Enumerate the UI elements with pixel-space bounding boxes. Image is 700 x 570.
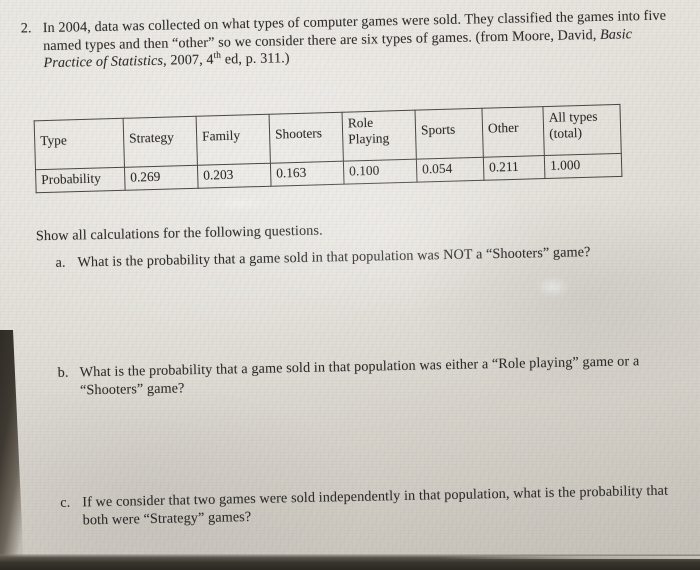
header-label: Shooters	[274, 125, 323, 142]
header-label-line1: Role	[347, 114, 374, 131]
header-label: Strategy	[128, 129, 174, 146]
instruction-line: Show all calculations for the following …	[35, 222, 323, 245]
cell-probability-total: 1.000	[544, 153, 622, 179]
header-label-line1: All types	[548, 108, 598, 125]
citation-title-part2: Practice of Statistics	[43, 52, 164, 72]
question-c-line1: If we consider that two games were sold …	[82, 482, 669, 511]
probability-table-wrapper: Type Strategy Family Shooters Role Playi…	[34, 104, 623, 193]
citation-title-part1: Basic	[599, 25, 633, 43]
question-b: b. What is the probability that a game s…	[58, 352, 679, 400]
header-cell-other: Other	[481, 106, 545, 158]
page-bottom-edge-highlight	[440, 556, 700, 559]
page-content: 2. In 2004, data was collected on what t…	[0, 0, 700, 570]
question-a-text: What is the probability that a game sold…	[77, 242, 675, 272]
citation-rest-a: , 2007, 4	[162, 51, 214, 69]
header-cell-role-playing: Role Playing	[342, 110, 417, 162]
question-a: a. What is the probability that a game s…	[55, 242, 675, 272]
question-b-marker: b.	[57, 364, 69, 381]
problem-text: In 2004, data was collected on what type…	[43, 8, 672, 73]
header-label-line2: (total)	[548, 124, 583, 141]
header-cell-sports: Sports	[414, 108, 484, 160]
question-c-marker: c.	[60, 494, 71, 511]
cell-probability-family: 0.203	[197, 163, 272, 189]
question-c: c. If we consider that two games were so…	[60, 482, 689, 530]
scanned-page: 2. In 2004, data was collected on what t…	[0, 0, 700, 570]
header-cell-all-types: All types (total)	[542, 104, 622, 156]
cell-probability-role-playing: 0.100	[343, 159, 418, 185]
row-label-probability: Probability	[35, 167, 126, 193]
probability-table: Type Strategy Family Shooters Role Playi…	[34, 104, 623, 193]
header-label: Family	[201, 127, 241, 144]
question-a-line1: What is the probability that a game sold…	[77, 244, 591, 271]
question-c-line2: both were “Strategy” games?	[82, 508, 252, 529]
question-c-text: If we consider that two games were sold …	[82, 482, 689, 529]
problem-number: 2.	[20, 20, 32, 37]
citation-rest-b: ed, p. 311.)	[220, 50, 290, 68]
header-cell-family: Family	[196, 114, 271, 166]
header-label: Sports	[420, 121, 456, 138]
question-b-text: What is the probability that a game sold…	[80, 352, 679, 399]
cell-probability-shooters: 0.163	[270, 161, 345, 187]
header-label: Type	[39, 132, 67, 149]
header-cell-strategy: Strategy	[123, 116, 198, 168]
header-label-line2: Playing	[348, 129, 390, 147]
cell-probability-sports: 0.054	[416, 157, 484, 183]
cell-probability-strategy: 0.269	[124, 165, 199, 191]
problem-statement: 2. In 2004, data was collected on what t…	[21, 8, 672, 74]
header-cell-shooters: Shooters	[269, 112, 344, 164]
question-b-line1: What is the probability that a game sold…	[79, 353, 640, 381]
header-label: Other	[487, 119, 519, 136]
question-b-line2: “Shooters” game?	[79, 379, 185, 399]
question-a-marker: a.	[55, 254, 66, 271]
header-cell-type: Type	[34, 118, 125, 170]
cell-probability-other: 0.211	[483, 155, 545, 181]
